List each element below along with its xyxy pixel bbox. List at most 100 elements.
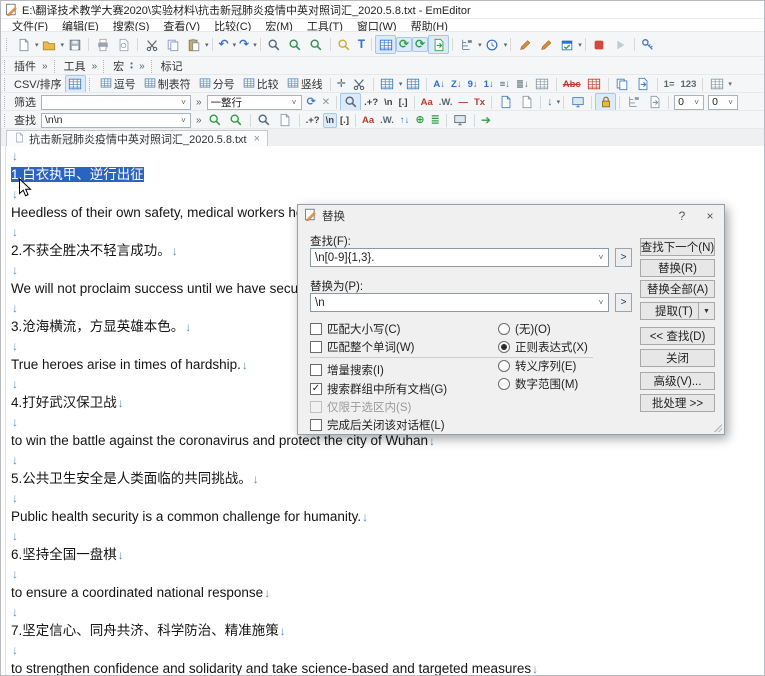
editor-line[interactable]: ↓	[11, 640, 764, 659]
print-preview-icon[interactable]	[113, 35, 134, 54]
filter-lock-icon[interactable]	[595, 93, 616, 112]
filter-negative-icon[interactable]: —	[455, 95, 471, 110]
tab-close-icon[interactable]: ×	[251, 133, 260, 145]
redo-icon-dropdown[interactable]: ▾	[253, 41, 257, 49]
csv-tab-button[interactable]: 制表符	[140, 76, 195, 92]
filter-box-icon[interactable]	[567, 93, 588, 112]
checkbox-row-0[interactable]: 匹配大小写(C)	[310, 322, 400, 336]
filter-newline-token[interactable]: \n	[381, 95, 395, 110]
combo-arrow-icon[interactable]: ˅	[690, 96, 703, 109]
filter-doc-icon[interactable]	[495, 93, 516, 112]
sync-scroll-v-icon[interactable]: ⟳	[396, 37, 412, 52]
column-select-icon[interactable]	[377, 75, 398, 94]
paste-icon[interactable]	[183, 35, 204, 54]
sort-length-icon[interactable]: ≡↓	[497, 77, 513, 92]
sort-za-icon[interactable]: Z↓	[448, 77, 465, 92]
csv-compare-button[interactable]: 比较	[239, 76, 283, 92]
join-column-icon[interactable]	[633, 75, 654, 94]
find-whole-word-icon[interactable]: .W.	[377, 113, 397, 128]
combo-arrow-icon[interactable]: ˅	[288, 96, 301, 109]
number-range-icon[interactable]: 123	[678, 77, 700, 92]
dialog-close-icon[interactable]: ×	[696, 205, 724, 227]
editor-line[interactable]: ↓	[11, 450, 764, 469]
editor-line[interactable]: 5.公共卫生安全是人类面临的共同挑战。↓	[11, 469, 764, 488]
batch-button[interactable]: 批处理 >>	[640, 394, 715, 412]
replace-combo-arrow-icon[interactable]: ˅	[594, 298, 608, 307]
find-charclass-token[interactable]: [.]	[337, 113, 352, 128]
filter-history[interactable]: »	[193, 97, 205, 108]
extract-button[interactable]: 提取(T)▼	[640, 302, 715, 320]
combo-arrow-icon[interactable]: ˅	[177, 96, 190, 109]
editor-line[interactable]: ↓	[11, 526, 764, 545]
find-all-icon[interactable]	[254, 111, 275, 130]
editor-line[interactable]: 1.白衣执甲、逆行出征	[11, 165, 764, 184]
csv-pipe-button[interactable]: 竖线	[283, 76, 327, 92]
filter-icon[interactable]	[334, 35, 355, 54]
checkbox-row-1[interactable]: 匹配整个单词(W)	[310, 340, 415, 354]
find-go-icon[interactable]: ➔	[478, 113, 494, 128]
history-icon-dropdown[interactable]: ▾	[504, 41, 508, 49]
find-input[interactable]: \n\n˅	[41, 113, 191, 128]
editor-line[interactable]: 6.坚持全国一盘棋↓	[11, 545, 764, 564]
move-column-icon[interactable]: ✛	[334, 77, 349, 92]
radio-row-0[interactable]: (无)(O)	[498, 322, 551, 336]
filter-match-case-icon[interactable]: Aa	[418, 95, 436, 110]
macro-list-icon[interactable]	[556, 35, 577, 54]
filter-apply-icon[interactable]	[340, 93, 361, 112]
combo-arrow-icon[interactable]: ˅	[177, 114, 190, 127]
find-next-icon[interactable]	[285, 35, 306, 54]
replace-value-combobox[interactable]: \n ˅	[310, 293, 609, 312]
find-screen-icon[interactable]	[450, 111, 471, 130]
find-next-button[interactable]: 查找下一个(N)	[640, 238, 715, 256]
find-icon[interactable]	[264, 35, 285, 54]
undo-icon[interactable]: ↶	[216, 37, 232, 52]
find-list-icon[interactable]: ≣	[428, 113, 443, 128]
find-doc-icon[interactable]	[275, 111, 296, 130]
close-dialog-button[interactable]: 关闭	[640, 349, 715, 367]
history-icon[interactable]	[482, 35, 503, 54]
split-column-icon[interactable]	[612, 75, 633, 94]
record-macro-icon[interactable]	[514, 35, 535, 54]
filter-regex-token[interactable]: .+?	[361, 95, 381, 110]
highlight-tag-icon[interactable]: T	[355, 37, 368, 52]
paste-icon-dropdown[interactable]: ▾	[205, 41, 209, 49]
plugins-overflow[interactable]: »	[39, 61, 51, 72]
filter-charclass-token[interactable]: [.]	[396, 95, 411, 110]
find-next-green-icon[interactable]	[226, 111, 247, 130]
filter-whole-word-icon[interactable]: .W.	[436, 95, 456, 110]
editor-line[interactable]: ↓	[11, 184, 764, 203]
sort-lines-icon[interactable]: ≣↓	[513, 77, 532, 92]
column-header-icon[interactable]	[706, 75, 727, 94]
filter-scope-select[interactable]: 一整行˅	[207, 95, 302, 110]
run-macro-icon[interactable]	[610, 35, 631, 54]
editor-line[interactable]: to ensure a coordinated national respons…	[11, 583, 764, 602]
combo-arrow-icon[interactable]: ˅	[724, 96, 737, 109]
find-regex-token[interactable]: .+?	[303, 113, 323, 128]
find-combo-arrow-icon[interactable]: ˅	[594, 253, 608, 262]
filter-tx-icon[interactable]: Tx	[471, 95, 488, 110]
duplicate-options-icon[interactable]	[584, 75, 605, 94]
find-value-combobox[interactable]: \n[0-9]{1,3}. ˅	[310, 248, 609, 267]
numbering-icon[interactable]: 1=	[661, 77, 678, 92]
checkbox-row-5[interactable]: 完成后关闭该对话框(L)	[310, 418, 445, 432]
checkbox-row-2[interactable]: 增量搜索(I)	[310, 363, 384, 377]
macro-overflow[interactable]: »	[136, 61, 148, 72]
editor-line[interactable]: to strengthen confidence and solidarity …	[11, 659, 764, 675]
replace-all-button[interactable]: 替换全部(A)	[640, 280, 715, 298]
delete-column-icon[interactable]	[349, 75, 370, 94]
editor-line[interactable]: ↓	[11, 564, 764, 583]
redo-icon[interactable]: ↷	[236, 37, 252, 52]
delete-duplicates-icon[interactable]: Abc	[560, 77, 584, 92]
open-file-icon[interactable]	[39, 35, 60, 54]
list-view-icon[interactable]	[375, 35, 396, 54]
editor-line[interactable]: ↓	[11, 488, 764, 507]
editor-line[interactable]: ↓	[11, 146, 764, 165]
stop-macro-icon[interactable]	[589, 35, 610, 54]
filter-levels-above[interactable]: 0˅	[674, 95, 704, 110]
filter-export-icon[interactable]	[644, 93, 665, 112]
sort-options-icon[interactable]	[532, 75, 553, 94]
macro-dots-icon[interactable]: ∶	[127, 59, 136, 74]
filter-levels-below[interactable]: 0˅	[708, 95, 738, 110]
filter-down-icon[interactable]: ↓	[544, 95, 556, 110]
find-prev-icon[interactable]	[306, 35, 327, 54]
